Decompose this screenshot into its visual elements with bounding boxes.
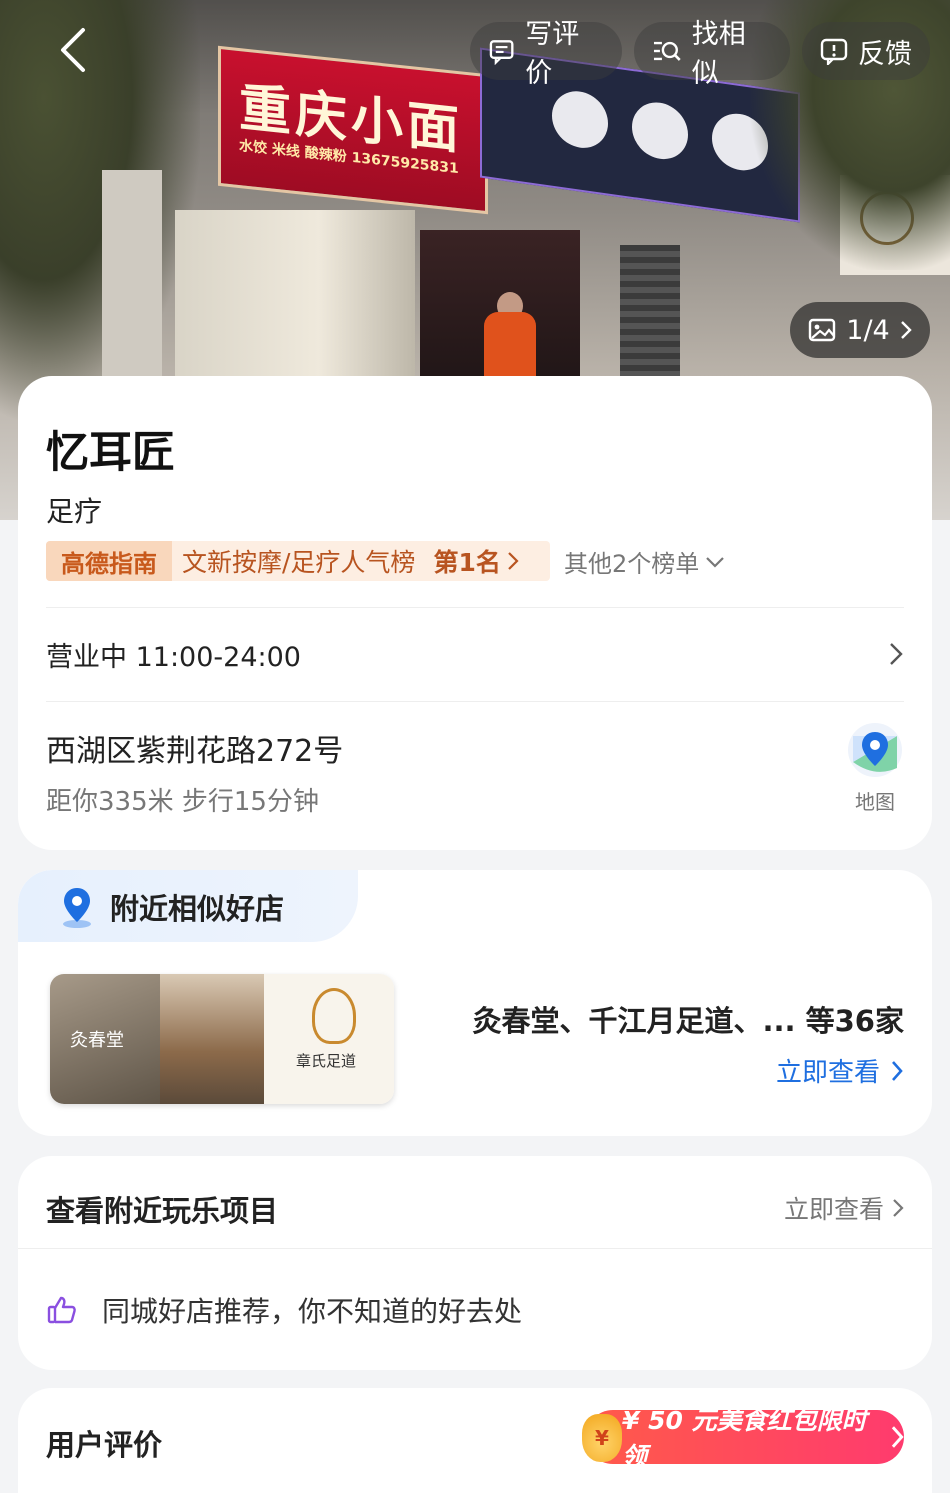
location-pin-icon [63,888,91,928]
shop-category: 足疗 [46,495,103,528]
photo-shutter [620,245,680,385]
other-rankings-label: 其他2个榜单 [564,550,700,578]
photo-counter-text: 1/4 [846,314,890,346]
divider [18,1248,932,1249]
feedback-button[interactable]: 反馈 [802,22,930,80]
nearby-shop-images[interactable]: 灸春堂 章氏足道 [50,974,394,1104]
nearby-shop-image: 灸春堂 [50,974,160,1104]
feedback-icon [820,38,848,65]
image-icon [809,318,836,342]
photo-gallery-button[interactable]: 1/4 [790,302,930,358]
coupon-button[interactable]: ¥ ¥ 50 元美食红包限时领 [582,1406,904,1471]
map-button[interactable]: 地图 [846,722,904,815]
user-reviews-card: 用户评价 ¥ ¥ 50 元美食红包限时领 [18,1388,932,1493]
back-button[interactable] [50,24,94,76]
search-list-icon [653,41,681,61]
thumbs-up-icon [47,1296,76,1324]
chevron-left-icon [61,28,85,72]
chevron-right-icon [892,1426,904,1448]
shop-logo-icon [312,988,356,1044]
chevron-right-icon [893,1199,904,1217]
chevron-right-icon [508,552,519,570]
nearby-title: 附近相似好店 [110,892,285,926]
shop-name: 忆耳匠 [46,428,175,478]
nearby-shop-image: 章氏足道 [264,974,394,1104]
view-play-label: 立即查看 [783,1195,884,1224]
chevron-right-icon [890,643,903,665]
find-similar-label: 找相似 [691,19,746,89]
nearby-shops-summary: 灸春堂、千江月足道、... 等36家 [472,1004,904,1038]
play-title: 查看附近玩乐项目 [46,1194,279,1228]
photo-tree-left [0,0,200,420]
feedback-label: 反馈 [858,38,912,70]
shop-info-card: 忆耳匠 足疗 高德指南 文新按摩/足疗人气榜 第1名 其他2个榜单 营业中 11… [18,376,932,850]
nearby-play-card: 查看附近玩乐项目 立即查看 同城好店推荐，你不知道的好去处 [18,1156,932,1370]
chevron-right-icon [900,321,912,339]
ranking-banner[interactable]: 高德指南 文新按摩/足疗人气榜 第1名 [46,541,550,581]
nearby-similar-card[interactable]: 附近相似好店 灸春堂 章氏足道 灸春堂、千江月足道、... 等36家 立即查看 [18,870,932,1136]
distance-info: 距你335米 步行15分钟 [46,787,319,817]
ranking-badge: 高德指南 [46,541,172,581]
money-bag-icon: ¥ [582,1414,622,1462]
chevron-right-icon [892,1060,903,1081]
recommendation-text: 同城好店推荐，你不知道的好去处 [102,1295,523,1328]
ranking-list-name: 文新按摩/足疗人气榜 [182,548,416,577]
view-nearby-label: 立即查看 [775,1058,880,1088]
comment-icon [489,40,514,65]
find-similar-button[interactable]: 找相似 [634,19,790,89]
nearby-image-label: 章氏足道 [296,1052,357,1070]
reviews-title: 用户评价 [46,1428,163,1462]
photo-sign-red: 重庆小面 水饺 米线 酸辣粉 13675925831 [218,45,488,215]
shop-address[interactable]: 西湖区紫荆花路272号 [46,726,343,770]
view-play-link[interactable]: 立即查看 [784,1190,904,1226]
coupon-text: ¥ 50 元美食红包限时领 [622,1406,867,1471]
nearby-image-label: 灸春堂 [70,1030,124,1051]
nearby-shop-image [160,974,264,1104]
ranking-position: 第1名 [433,548,501,577]
view-nearby-link[interactable]: 立即查看 [776,1052,904,1089]
chevron-down-icon [706,556,725,568]
coupon-bag-glyph: ¥ [595,1426,609,1450]
recommendation-row[interactable]: 同城好店推荐，你不知道的好去处 [46,1290,522,1330]
photo-pillar [102,170,162,410]
other-rankings-toggle[interactable]: 其他2个榜单 [564,544,725,579]
map-label: 地图 [855,790,895,814]
map-icon [848,723,902,777]
photo-shopfront [175,210,415,390]
divider [46,701,904,702]
business-hours: 营业中 11:00-24:00 [46,641,301,673]
write-review-button[interactable]: 写评价 [470,19,622,89]
business-hours-row[interactable]: 营业中 11:00-24:00 [46,608,904,700]
write-review-label: 写评价 [525,19,580,89]
